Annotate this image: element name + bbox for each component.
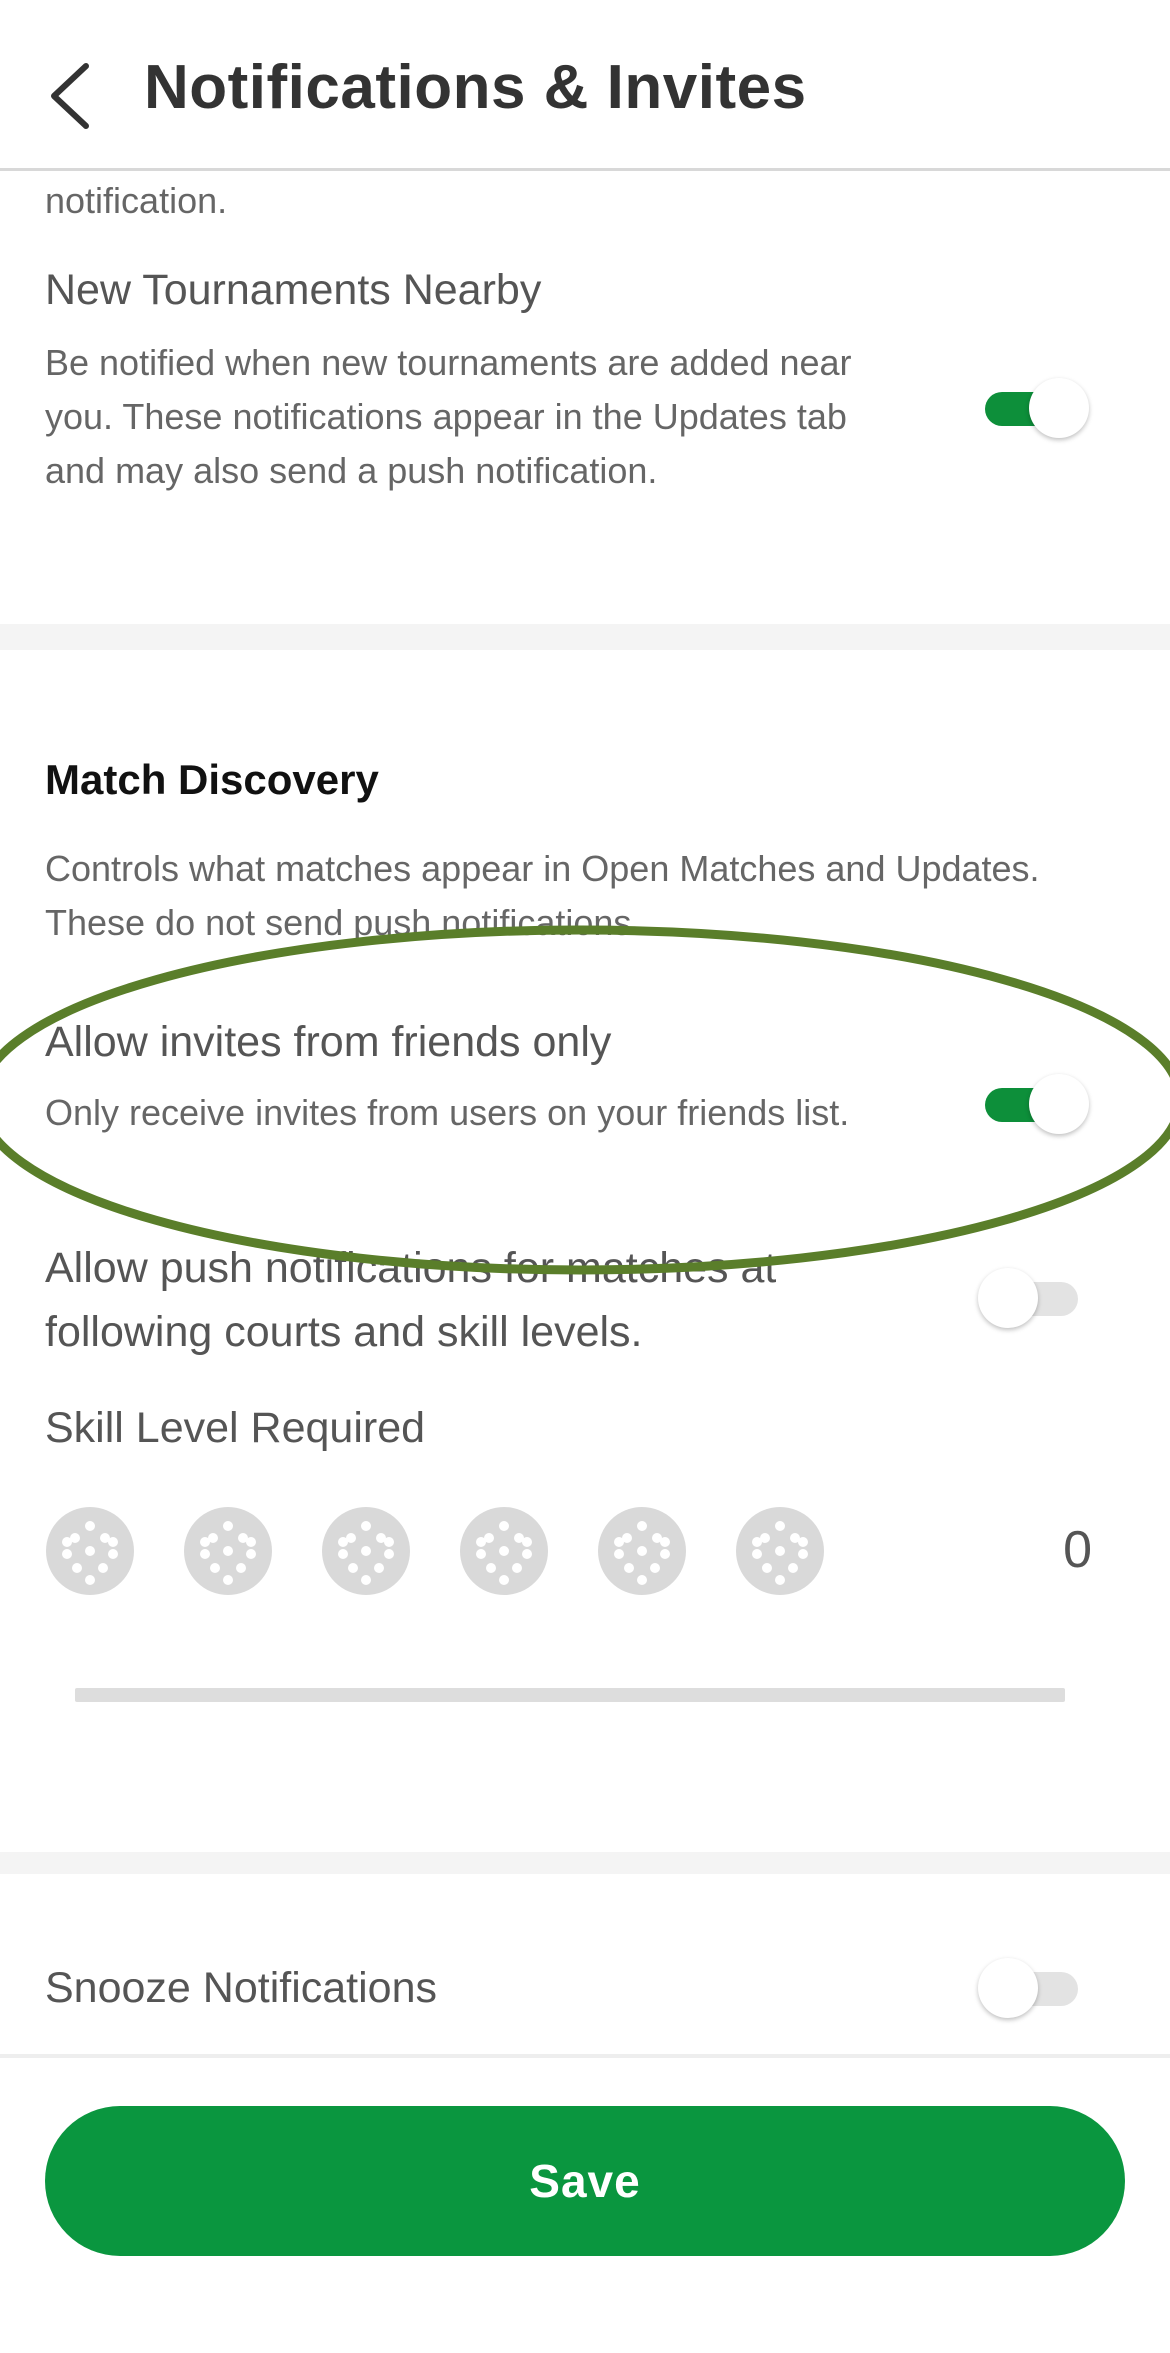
pickleball-icon[interactable]	[459, 1506, 549, 1596]
pickleball-icon[interactable]	[735, 1506, 825, 1596]
tournaments-toggle[interactable]	[985, 374, 1097, 440]
pickleball-icon[interactable]	[183, 1506, 273, 1596]
snooze-title: Snooze Notifications	[45, 1964, 437, 2012]
clipped-description: notification.	[45, 180, 228, 221]
tournaments-title: New Tournaments Nearby	[45, 266, 542, 314]
snooze-toggle[interactable]	[978, 1954, 1090, 2020]
match-discovery-heading: Match Discovery	[45, 756, 379, 803]
pickleball-icon[interactable]	[321, 1506, 411, 1596]
page-title: Notifications & Invites	[144, 53, 807, 122]
pickleball-icon[interactable]	[45, 1506, 135, 1596]
tournaments-description: Be notified when new tournaments are add…	[45, 342, 852, 491]
pickleball-icon[interactable]	[597, 1506, 687, 1596]
friends-only-title: Allow invites from friends only	[45, 1018, 612, 1066]
friends-only-description: Only receive invites from users on your …	[45, 1092, 850, 1133]
section-divider	[0, 1852, 1170, 1874]
back-arrow-icon[interactable]	[38, 56, 108, 136]
match-discovery-description: Controls what matches appear in Open Mat…	[45, 848, 1040, 943]
section-divider	[0, 624, 1170, 650]
friends-only-toggle[interactable]	[985, 1070, 1097, 1136]
push-matches-toggle[interactable]	[978, 1264, 1090, 1330]
skill-level-slider[interactable]	[75, 1688, 1065, 1702]
skill-level-value: 0	[1063, 1521, 1092, 1579]
skill-level-title: Skill Level Required	[45, 1404, 426, 1452]
push-matches-title: Allow push notifications for matches at …	[45, 1244, 777, 1356]
save-button[interactable]: Save	[45, 2106, 1125, 2256]
app-header: Notifications & Invites	[0, 0, 1170, 171]
